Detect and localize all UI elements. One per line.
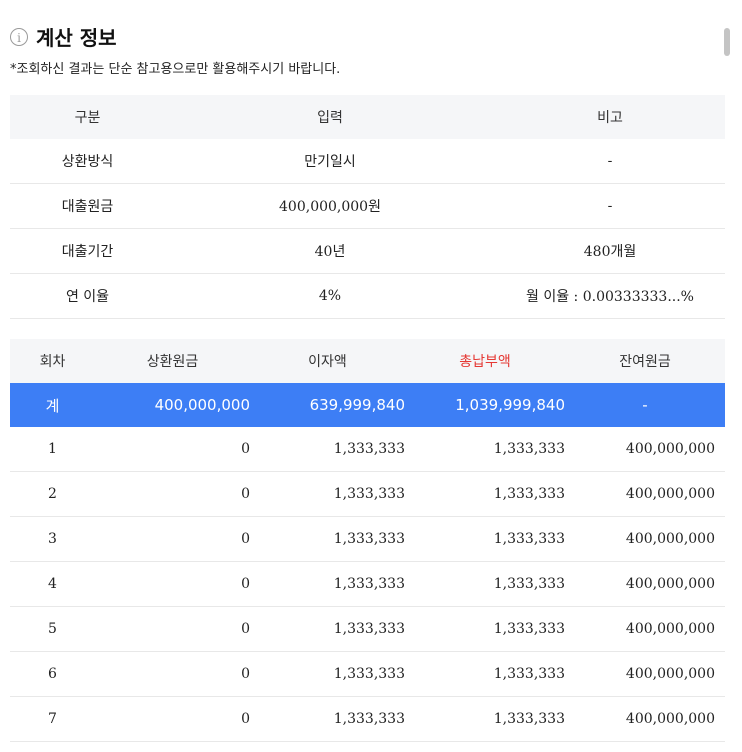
summary-header-category: 구분 — [10, 95, 165, 139]
summary-value: 만기일시 — [165, 139, 495, 184]
schedule-header-row: 회차 상환원금 이자액 총납부액 잔여원금 — [10, 339, 725, 383]
summary-row-principal: 대출원금 400,000,000원 - — [10, 183, 725, 229]
total-payment-amount: 1,333,333 — [405, 427, 565, 472]
summary-note: 월 이율 : 0.00333333...% — [495, 273, 725, 319]
summary-header-row: 구분 입력 비고 — [10, 95, 725, 139]
summary-header-input: 입력 — [165, 95, 495, 139]
table-row: 3 0 1,333,333 1,333,333 400,000,000 — [10, 516, 725, 562]
table-row: 5 0 1,333,333 1,333,333 400,000,000 — [10, 606, 725, 652]
total-principal: 400,000,000 — [95, 383, 250, 427]
summary-header-note: 비고 — [495, 95, 725, 139]
remaining-principal: 400,000,000 — [565, 561, 725, 607]
table-row: 4 0 1,333,333 1,333,333 400,000,000 — [10, 561, 725, 607]
remaining-principal: 400,000,000 — [565, 606, 725, 652]
summary-note: 480개월 — [495, 228, 725, 274]
remaining-principal: 400,000,000 — [565, 471, 725, 517]
header-total-payment: 총납부액 — [405, 339, 565, 383]
total-interest: 639,999,840 — [250, 383, 405, 427]
total-payment: 1,039,999,840 — [405, 383, 565, 427]
principal-repayment: 0 — [95, 696, 250, 742]
summary-label: 대출기간 — [10, 228, 165, 274]
installment-number: 6 — [10, 651, 95, 697]
remaining-principal: 400,000,000 — [565, 516, 725, 562]
header-remaining-principal: 잔여원금 — [565, 339, 725, 383]
scrollbar-thumb[interactable] — [724, 28, 730, 56]
principal-repayment: 0 — [95, 516, 250, 562]
total-payment-amount: 1,333,333 — [405, 516, 565, 562]
header-interest: 이자액 — [250, 339, 405, 383]
summary-note: - — [495, 139, 725, 184]
principal-repayment: 0 — [95, 651, 250, 697]
section-title: 계산 정보 — [36, 26, 117, 50]
interest-amount: 1,333,333 — [250, 606, 405, 652]
principal-repayment: 0 — [95, 471, 250, 517]
principal-repayment: 0 — [95, 561, 250, 607]
interest-amount: 1,333,333 — [250, 561, 405, 607]
installment-number: 4 — [10, 561, 95, 607]
repayment-schedule-table: 회차 상환원금 이자액 총납부액 잔여원금 계 400,000,000 639,… — [10, 339, 725, 742]
summary-row-loan-period: 대출기간 40년 480개월 — [10, 228, 725, 274]
interest-amount: 1,333,333 — [250, 516, 405, 562]
total-payment-amount: 1,333,333 — [405, 651, 565, 697]
total-row: 계 400,000,000 639,999,840 1,039,999,840 … — [10, 383, 725, 427]
installment-number: 7 — [10, 696, 95, 742]
table-row: 2 0 1,333,333 1,333,333 400,000,000 — [10, 471, 725, 517]
table-row: 6 0 1,333,333 1,333,333 400,000,000 — [10, 651, 725, 697]
summary-label: 연 이율 — [10, 273, 165, 319]
interest-amount: 1,333,333 — [250, 696, 405, 742]
section-header: i 계산 정보 — [10, 22, 117, 51]
summary-row-repayment-method: 상환방식 만기일시 - — [10, 139, 725, 184]
installment-number: 3 — [10, 516, 95, 562]
total-payment-amount: 1,333,333 — [405, 471, 565, 517]
header-installment: 회차 — [10, 339, 95, 383]
remaining-principal: 400,000,000 — [565, 427, 725, 472]
remaining-principal: 400,000,000 — [565, 651, 725, 697]
summary-label: 상환방식 — [10, 139, 165, 184]
remaining-principal: 400,000,000 — [565, 696, 725, 742]
interest-amount: 1,333,333 — [250, 427, 405, 472]
total-payment-amount: 1,333,333 — [405, 696, 565, 742]
installment-number: 2 — [10, 471, 95, 517]
interest-amount: 1,333,333 — [250, 471, 405, 517]
principal-repayment: 0 — [95, 606, 250, 652]
summary-value: 400,000,000원 — [165, 183, 495, 229]
header-principal-repayment: 상환원금 — [95, 339, 250, 383]
summary-row-annual-rate: 연 이율 4% 월 이율 : 0.00333333...% — [10, 273, 725, 319]
installment-number: 5 — [10, 606, 95, 652]
info-icon: i — [10, 27, 28, 46]
loan-summary-table: 구분 입력 비고 상환방식 만기일시 - 대출원금 400,000,000원 -… — [10, 95, 725, 319]
summary-note: - — [495, 183, 725, 229]
total-payment-amount: 1,333,333 — [405, 561, 565, 607]
disclaimer-text: *조회하신 결과는 단순 참고용으로만 활용해주시기 바랍니다. — [10, 62, 341, 77]
table-row: 1 0 1,333,333 1,333,333 400,000,000 — [10, 427, 725, 472]
summary-value: 4% — [165, 273, 495, 319]
summary-label: 대출원금 — [10, 183, 165, 229]
total-payment-amount: 1,333,333 — [405, 606, 565, 652]
total-remaining: - — [565, 383, 725, 427]
principal-repayment: 0 — [95, 427, 250, 472]
total-label: 계 — [10, 383, 95, 427]
installment-number: 1 — [10, 427, 95, 472]
interest-amount: 1,333,333 — [250, 651, 405, 697]
summary-value: 40년 — [165, 228, 495, 274]
table-row: 7 0 1,333,333 1,333,333 400,000,000 — [10, 696, 725, 742]
